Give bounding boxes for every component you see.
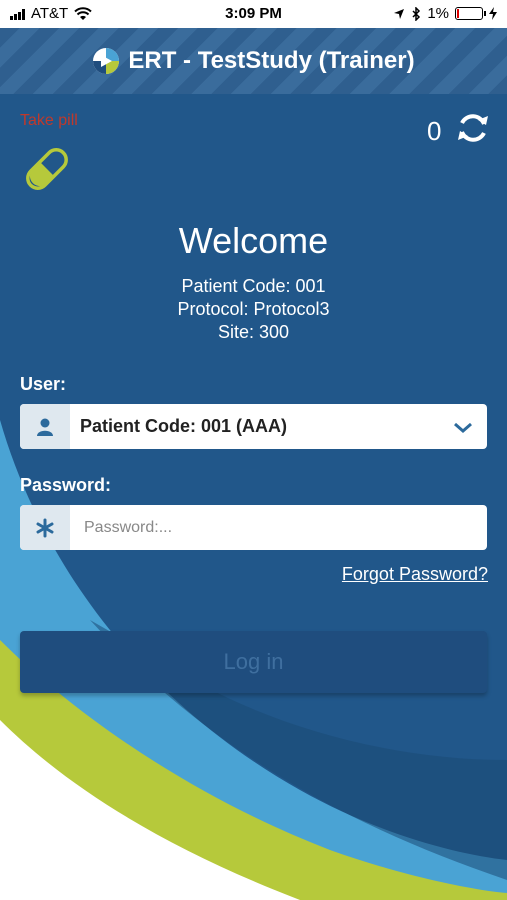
sync-icon[interactable] bbox=[455, 110, 491, 146]
ert-logo-icon bbox=[93, 48, 120, 74]
site-text: Site: 300 bbox=[217, 322, 290, 342]
user-select-value: Patient Code: 001 (AAA) bbox=[80, 416, 288, 436]
battery-percent: 1% bbox=[427, 5, 449, 22]
status-right: 1% bbox=[393, 5, 497, 22]
welcome-heading: Welcome bbox=[178, 220, 329, 261]
charging-icon bbox=[489, 7, 497, 20]
user-icon bbox=[37, 418, 53, 436]
password-label: Password: bbox=[20, 475, 112, 495]
bluetooth-icon bbox=[412, 6, 421, 21]
password-field[interactable] bbox=[20, 505, 487, 550]
login-button[interactable]: Log in bbox=[20, 631, 487, 693]
asterisk-icon bbox=[36, 518, 54, 537]
patient-code-text: Patient Code: 001 bbox=[181, 276, 326, 296]
protocol-text: Protocol: Protocol3 bbox=[177, 299, 330, 319]
app-title: ERT - TestStudy (Trainer) bbox=[128, 47, 415, 74]
background-swoosh bbox=[0, 420, 507, 900]
status-bar: AT&T 3:09 PM 1% bbox=[0, 0, 507, 28]
sync-count: 0 bbox=[427, 116, 442, 146]
battery-icon bbox=[455, 7, 486, 20]
chevron-down-icon[interactable] bbox=[449, 417, 477, 437]
forgot-password-link[interactable]: Forgot Password? bbox=[342, 564, 488, 585]
pill-icon[interactable] bbox=[20, 142, 74, 196]
password-input[interactable] bbox=[82, 505, 487, 550]
user-icon-box bbox=[20, 404, 70, 449]
take-pill-label[interactable]: Take pill bbox=[20, 112, 78, 130]
password-icon-box bbox=[20, 505, 70, 550]
user-select[interactable]: Patient Code: 001 (AAA) bbox=[20, 404, 487, 449]
user-label: User: bbox=[20, 374, 67, 394]
location-icon bbox=[394, 8, 405, 19]
app-header: ERT - TestStudy (Trainer) bbox=[0, 28, 507, 94]
